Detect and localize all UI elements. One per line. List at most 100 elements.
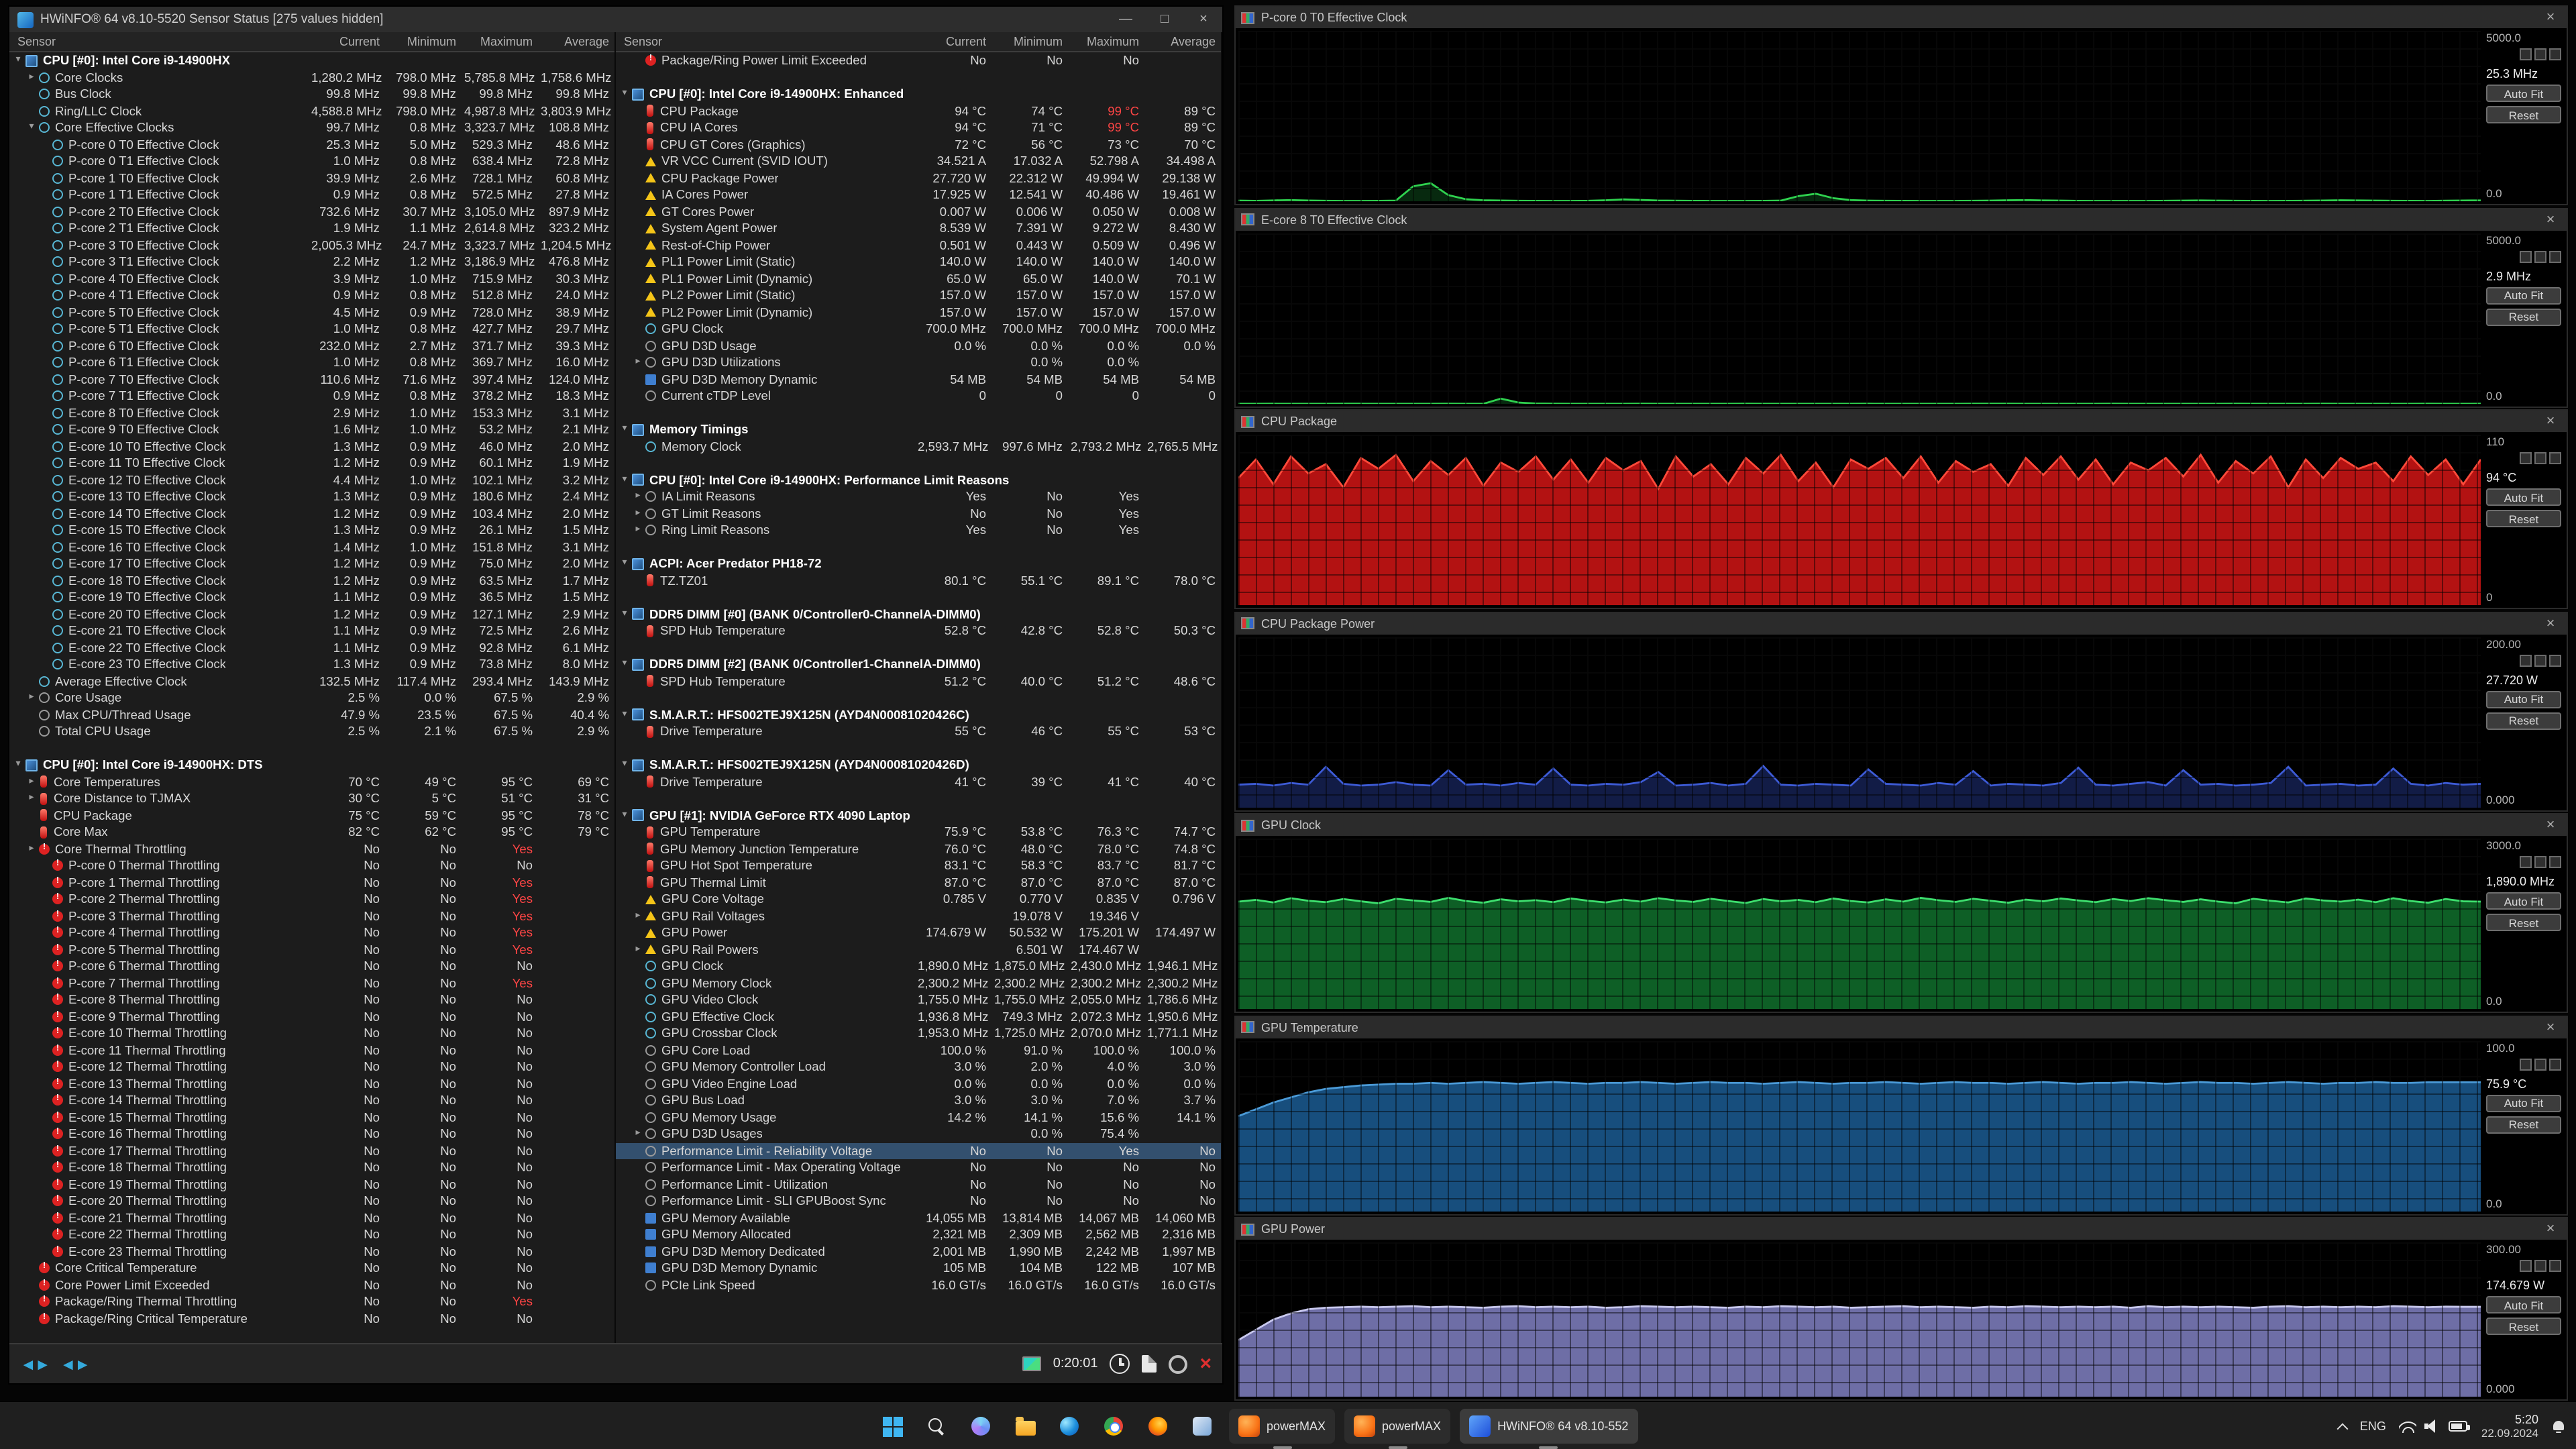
sensor-row[interactable]: PL2 Power Limit (Static)157.0 W157.0 W15…: [616, 287, 1221, 304]
sensor-section-row[interactable]: ▾CPU [#0]: Intel Core i9-14900HX: Enhanc…: [616, 86, 1221, 103]
taskbar-app-hwinfo[interactable]: HWiNFO® 64 v8.10-552: [1460, 1409, 1638, 1444]
sensor-row[interactable]: GPU Video Clock1,755.0 MHz1,755.0 MHz2,0…: [616, 991, 1221, 1008]
column-header-average[interactable]: Average: [541, 35, 616, 48]
sensor-section-row[interactable]: ▾S.M.A.R.T.: HFS002TEJ9X125N (AYD4N00081…: [616, 757, 1221, 773]
sensor-row[interactable]: GPU Clock700.0 MHz700.0 MHz700.0 MHz700.…: [616, 321, 1221, 337]
sensor-section-row[interactable]: ▾CPU [#0]: Intel Core i9-14900HX: [9, 52, 614, 69]
sensor-row[interactable]: GPU Memory Junction Temperature76.0 °C48…: [616, 841, 1221, 857]
sensor-row[interactable]: E-core 23 T0 Effective Clock1.3 MHz0.9 M…: [9, 656, 614, 673]
graph-option-button[interactable]: [2534, 1058, 2546, 1070]
sensor-row[interactable]: P-core 4 Thermal ThrottlingNoNoYes: [9, 924, 614, 941]
reset-button[interactable]: Reset: [2486, 510, 2561, 527]
close-icon[interactable]: ×: [2540, 1221, 2561, 1237]
sensor-row[interactable]: GPU Memory Allocated2,321 MB2,309 MB2,56…: [616, 1226, 1221, 1243]
sensor-row[interactable]: Average Effective Clock132.5 MHz117.4 MH…: [9, 673, 614, 690]
graph-option-button[interactable]: [2549, 452, 2561, 464]
search-button[interactable]: [919, 1409, 954, 1444]
sensor-row[interactable]: TZ.TZ0180.1 °C55.1 °C89.1 °C78.0 °C: [616, 572, 1221, 589]
graph-plot[interactable]: [1238, 31, 2481, 201]
tray-expand-icon[interactable]: [2337, 1423, 2348, 1434]
explorer-button[interactable]: [1008, 1409, 1042, 1444]
expand-chevron-icon[interactable]: ▸: [25, 690, 38, 706]
close-button[interactable]: ×: [1187, 8, 1220, 31]
sensor-row[interactable]: Core Max82 °C62 °C95 °C79 °C: [9, 824, 614, 841]
auto-fit-button[interactable]: Auto Fit: [2486, 892, 2561, 910]
graph-option-button[interactable]: [2534, 1260, 2546, 1272]
expand-chevron-icon[interactable]: ▾: [619, 422, 631, 438]
expand-chevron-icon[interactable]: ▾: [25, 120, 38, 136]
sensor-row[interactable]: GT Cores Power0.007 W0.006 W0.050 W0.008…: [616, 203, 1221, 220]
sensor-section-row[interactable]: ▾ACPI: Acer Predator PH18-72: [616, 555, 1221, 572]
reset-button[interactable]: Reset: [2486, 1116, 2561, 1133]
sensor-section-row[interactable]: ▾DDR5 DIMM [#0] (BANK 0/Controller0-Chan…: [616, 606, 1221, 623]
sensor-row[interactable]: GPU Core Load100.0 %91.0 %100.0 %100.0 %: [616, 1042, 1221, 1059]
graph-titlebar[interactable]: CPU Package×: [1236, 411, 2567, 432]
graph-plot[interactable]: [1238, 1040, 2481, 1211]
sensor-row[interactable]: CPU GT Cores (Graphics)72 °C56 °C73 °C70…: [616, 136, 1221, 153]
sensor-row[interactable]: ▸GPU Rail Voltages19.078 V19.346 V: [616, 908, 1221, 924]
sensor-row[interactable]: P-core 2 T0 Effective Clock732.6 MHz30.7…: [9, 203, 614, 220]
auto-fit-button[interactable]: Auto Fit: [2486, 286, 2561, 304]
close-icon[interactable]: ×: [2540, 817, 2561, 833]
sensor-row[interactable]: E-core 19 Thermal ThrottlingNoNoNo: [9, 1176, 614, 1193]
sensor-row[interactable]: E-core 14 T0 Effective Clock1.2 MHz0.9 M…: [9, 505, 614, 522]
graph-option-button[interactable]: [2549, 1260, 2561, 1272]
reset-button[interactable]: Reset: [2486, 1318, 2561, 1335]
sensor-row[interactable]: Drive Temperature55 °C46 °C55 °C53 °C: [616, 723, 1221, 740]
sensor-row[interactable]: P-core 0 Thermal ThrottlingNoNoNo: [9, 857, 614, 874]
sensor-row[interactable]: P-core 5 Thermal ThrottlingNoNoYes: [9, 941, 614, 958]
graph-titlebar[interactable]: GPU Clock×: [1236, 814, 2567, 836]
expand-chevron-icon[interactable]: ▾: [619, 757, 631, 773]
reset-button[interactable]: Reset: [2486, 106, 2561, 123]
sensor-row[interactable]: P-core 1 T0 Effective Clock39.9 MHz2.6 M…: [9, 170, 614, 186]
expand-chevron-icon[interactable]: ▾: [12, 757, 24, 773]
sensor-row[interactable]: Performance Limit - SLI GPUBoost SyncNoN…: [616, 1193, 1221, 1210]
graph-option-button[interactable]: [2549, 1058, 2561, 1070]
sensor-row[interactable]: E-core 19 T0 Effective Clock1.1 MHz0.9 M…: [9, 589, 614, 606]
sensor-row[interactable]: E-core 15 Thermal ThrottlingNoNoNo: [9, 1109, 614, 1126]
notification-bell-icon[interactable]: [2552, 1419, 2565, 1433]
expand-chevron-icon[interactable]: ▸: [632, 1126, 644, 1142]
sensor-row[interactable]: E-core 9 Thermal ThrottlingNoNoNo: [9, 1008, 614, 1025]
expand-chevron-icon[interactable]: ▾: [619, 808, 631, 824]
graph-option-button[interactable]: [2549, 250, 2561, 262]
copilot-icon[interactable]: [963, 1409, 998, 1444]
sensor-row[interactable]: Drive Temperature41 °C39 °C41 °C40 °C: [616, 773, 1221, 790]
sensor-row[interactable]: Performance Limit - Max Operating Voltag…: [616, 1159, 1221, 1176]
tray-status-icons[interactable]: [2400, 1419, 2468, 1433]
edge-button[interactable]: [1052, 1409, 1087, 1444]
clock-button[interactable]: [1110, 1354, 1130, 1374]
sensor-row[interactable]: ▸Core Thermal ThrottlingNoNoYes: [9, 841, 614, 857]
sensor-row[interactable]: P-core 1 T1 Effective Clock0.9 MHz0.8 MH…: [9, 186, 614, 203]
sensor-row[interactable]: GPU Clock1,890.0 MHz1,875.0 MHz2,430.0 M…: [616, 958, 1221, 975]
language-indicator[interactable]: ENG: [2360, 1419, 2386, 1433]
expand-chevron-icon[interactable]: ▾: [619, 606, 631, 623]
expand-chevron-icon[interactable]: ▾: [12, 53, 24, 69]
column-header-minimum[interactable]: Minimum: [994, 35, 1071, 48]
auto-fit-button[interactable]: Auto Fit: [2486, 1094, 2561, 1112]
sensor-section-row[interactable]: ▾GPU [#1]: NVIDIA GeForce RTX 4090 Lapto…: [616, 807, 1221, 824]
sensor-row[interactable]: P-core 4 T1 Effective Clock0.9 MHz0.8 MH…: [9, 287, 614, 304]
sensor-row[interactable]: GPU D3D Memory Dynamic54 MB54 MB54 MB54 …: [616, 371, 1221, 388]
sensor-row[interactable]: PCIe Link Speed16.0 GT/s16.0 GT/s16.0 GT…: [616, 1277, 1221, 1293]
graph-option-button[interactable]: [2520, 654, 2532, 666]
settings-button[interactable]: [1169, 1354, 1187, 1373]
sensor-row[interactable]: PL1 Power Limit (Dynamic)65.0 W65.0 W140…: [616, 270, 1221, 287]
sensor-row[interactable]: Bus Clock99.8 MHz99.8 MHz99.8 MHz99.8 MH…: [9, 86, 614, 103]
sensor-row[interactable]: ▸Ring Limit ReasonsYesNoYes: [616, 522, 1221, 539]
sensor-row[interactable]: P-core 7 T0 Effective Clock110.6 MHz71.6…: [9, 371, 614, 388]
graph-titlebar[interactable]: CPU Package Power×: [1236, 612, 2567, 634]
close-icon[interactable]: ×: [2540, 1019, 2561, 1035]
sensor-row[interactable]: GPU Bus Load3.0 %3.0 %7.0 %3.7 %: [616, 1092, 1221, 1109]
sensor-row[interactable]: CPU Package Power27.720 W22.312 W49.994 …: [616, 170, 1221, 186]
sensor-row[interactable]: CPU IA Cores94 °C71 °C99 °C89 °C: [616, 119, 1221, 136]
sensor-row[interactable]: Performance Limit - UtilizationNoNoNoNo: [616, 1176, 1221, 1193]
sensor-row[interactable]: ▸Core Usage2.5 %0.0 %67.5 %2.9 %: [9, 690, 614, 706]
sensor-row[interactable]: E-core 20 T0 Effective Clock1.2 MHz0.9 M…: [9, 606, 614, 623]
sensor-row[interactable]: IA Cores Power17.925 W12.541 W40.486 W19…: [616, 186, 1221, 203]
sensor-row[interactable]: GPU Thermal Limit87.0 °C87.0 °C87.0 °C87…: [616, 874, 1221, 891]
expand-chevron-icon[interactable]: ▸: [632, 942, 644, 958]
sensor-section-row[interactable]: ▾CPU [#0]: Intel Core i9-14900HX: Perfor…: [616, 472, 1221, 488]
graph-plot[interactable]: [1238, 435, 2481, 605]
expand-chevron-icon[interactable]: ▾: [619, 87, 631, 103]
